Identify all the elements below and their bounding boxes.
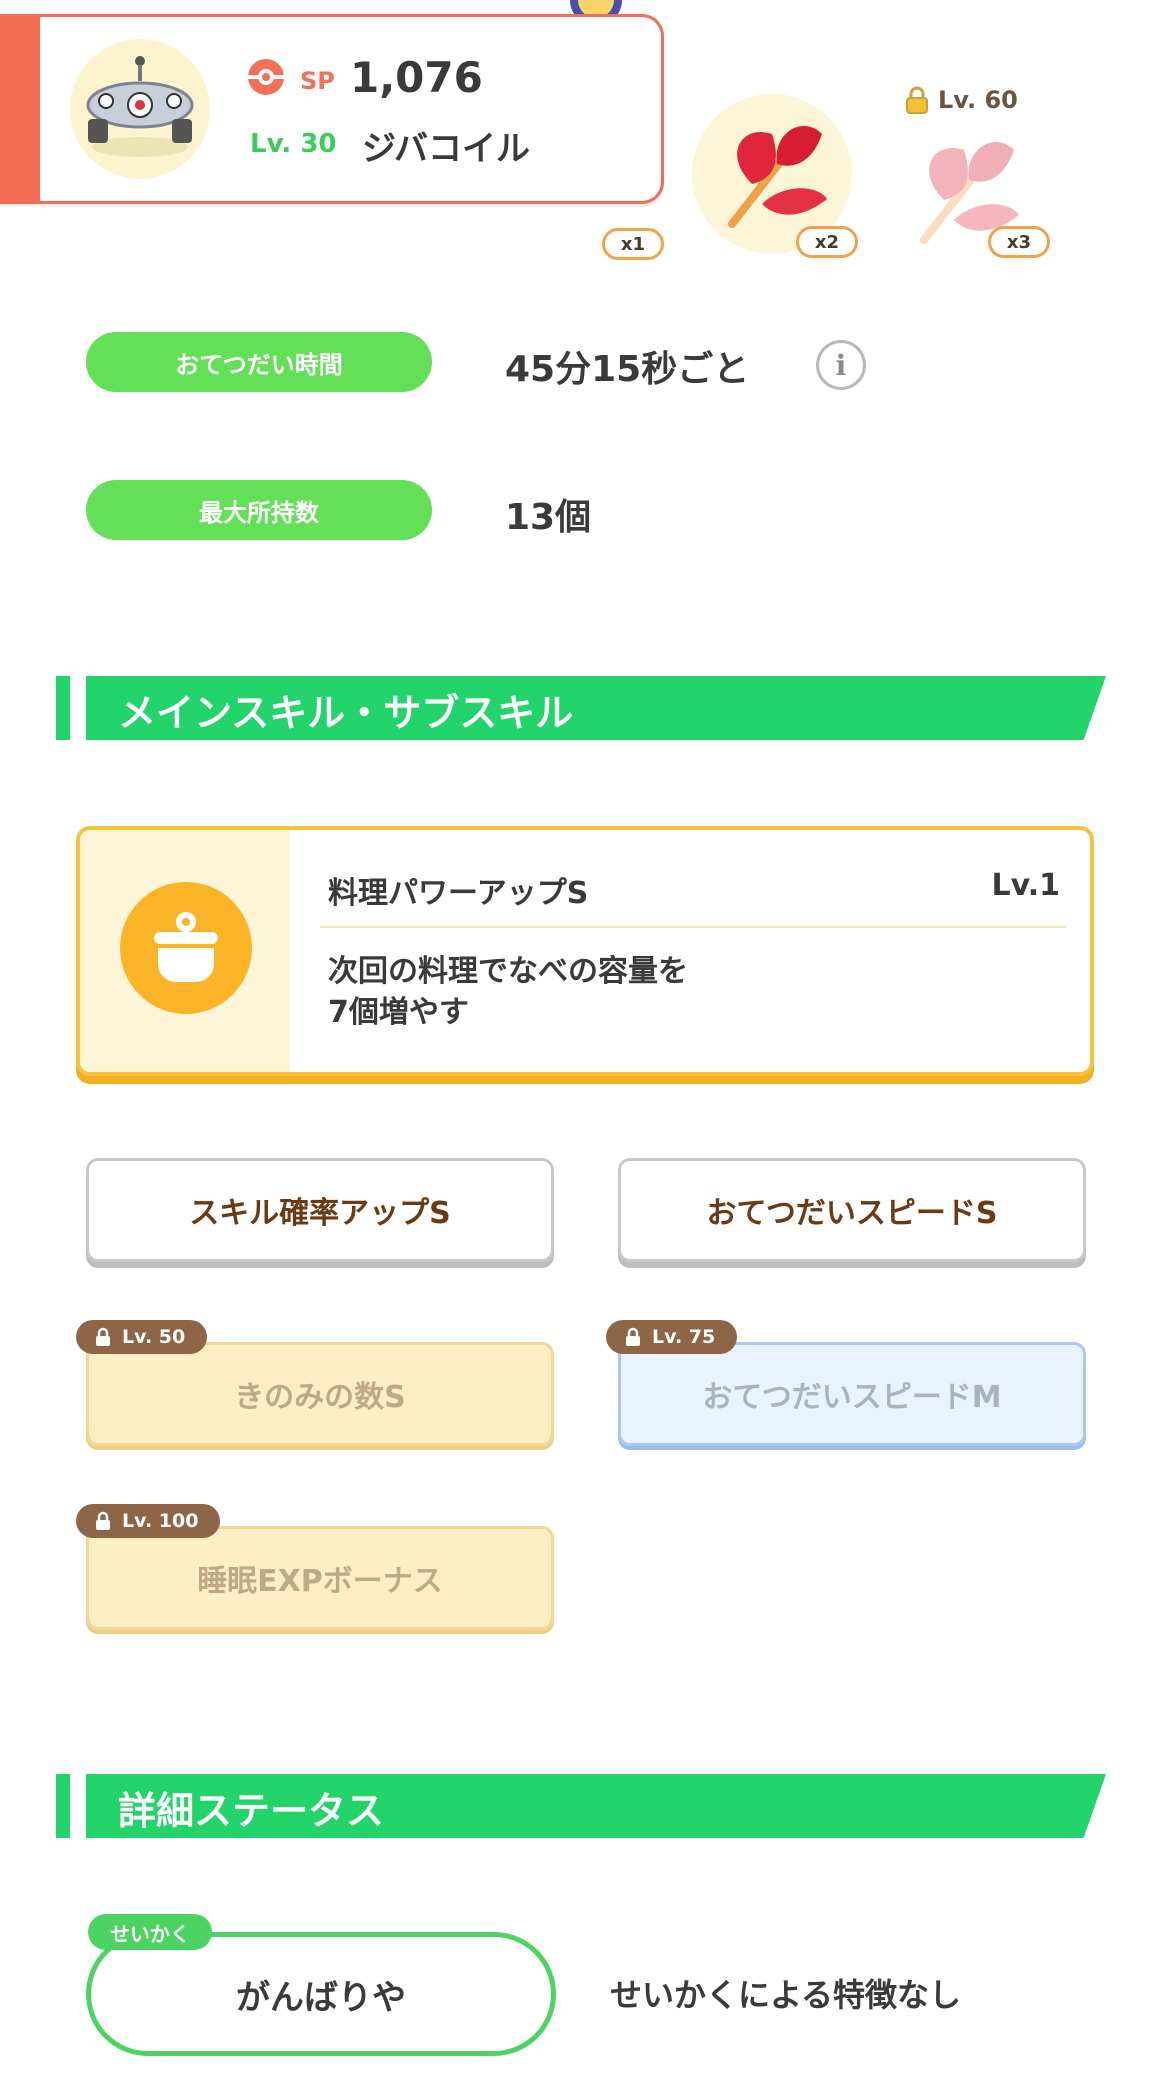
sub-skill-button[interactable]: スキル確率アップS — [86, 1158, 554, 1262]
pokemon-summary-card[interactable]: SP 1,076 Lv. 30 ジバコイル — [0, 14, 664, 204]
max-carry-value: 13個 — [505, 497, 592, 538]
sp-label: SP — [300, 67, 335, 95]
lock-level-text: Lv. 100 — [122, 1510, 199, 1532]
sub-skill-button-locked[interactable]: おてつだいスピードM — [618, 1342, 1086, 1446]
ingredient-count-badge: x2 — [796, 226, 858, 258]
sub-skill-lock-tag: Lv. 75 — [606, 1320, 738, 1354]
sub-skill-button-locked[interactable]: 睡眠EXPボーナス — [86, 1526, 554, 1630]
ingredient-slot-2[interactable]: x2 — [692, 94, 862, 264]
lock-level-text: Lv. 75 — [652, 1326, 716, 1348]
nature-tag: せいかく — [88, 1914, 212, 1950]
sub-skill-button-locked[interactable]: きのみの数S — [86, 1342, 554, 1446]
section-header-bar — [56, 1774, 70, 1838]
lock-icon — [626, 1327, 640, 1346]
main-skill-name: 料理パワーアップS — [328, 876, 589, 911]
magnezone-icon — [86, 56, 194, 157]
main-skill-icon-circle — [120, 882, 252, 1014]
ingredient-slot-3-locked[interactable]: Lv. 60 x3 — [884, 86, 1054, 266]
lock-level-text: Lv. 50 — [122, 1326, 186, 1348]
ingredient-count-badge: x1 — [602, 228, 664, 260]
sub-skill-lock-tag: Lv. 50 — [76, 1320, 208, 1354]
pokemon-name: ジバコイル — [362, 129, 530, 169]
pokemon-level: Lv. 30 — [250, 129, 337, 159]
max-carry-label: 最大所持数 — [86, 480, 432, 540]
help-time-label: おてつだい時間 — [86, 332, 432, 392]
main-skill-description: 次回の料理でなべの容量を 7個増やす — [328, 954, 688, 1030]
main-skill-divider — [320, 926, 1066, 928]
nature-button[interactable]: がんばりや — [86, 1932, 556, 2056]
sub-skill-button[interactable]: おてつだいスピードS — [618, 1158, 1086, 1262]
help-time-value: 45分15秒ごと — [505, 349, 750, 390]
nature-description: せいかくによる特徴なし — [610, 1976, 962, 2014]
card-accent-stripe — [0, 17, 40, 201]
lock-icon — [96, 1327, 110, 1346]
ingredient-count-badge: x3 — [988, 226, 1050, 258]
main-skill-card[interactable]: 料理パワーアップS Lv.1 次回の料理でなべの容量を 7個増やす — [76, 826, 1094, 1076]
sub-skill-lock-tag: Lv. 100 — [76, 1504, 221, 1538]
section-header-title: 詳細ステータス — [118, 1789, 385, 1833]
section-header-bar — [56, 676, 70, 740]
main-skill-level: Lv.1 — [991, 868, 1061, 903]
sp-value: 1,076 — [350, 53, 483, 102]
info-icon[interactable]: i — [816, 340, 866, 390]
pokemon-avatar — [70, 39, 210, 179]
lock-icon — [96, 1511, 110, 1530]
pokeball-icon — [248, 59, 284, 95]
cooking-pot-icon — [154, 912, 218, 982]
section-header-title: メインスキル・サブスキル — [118, 691, 574, 735]
